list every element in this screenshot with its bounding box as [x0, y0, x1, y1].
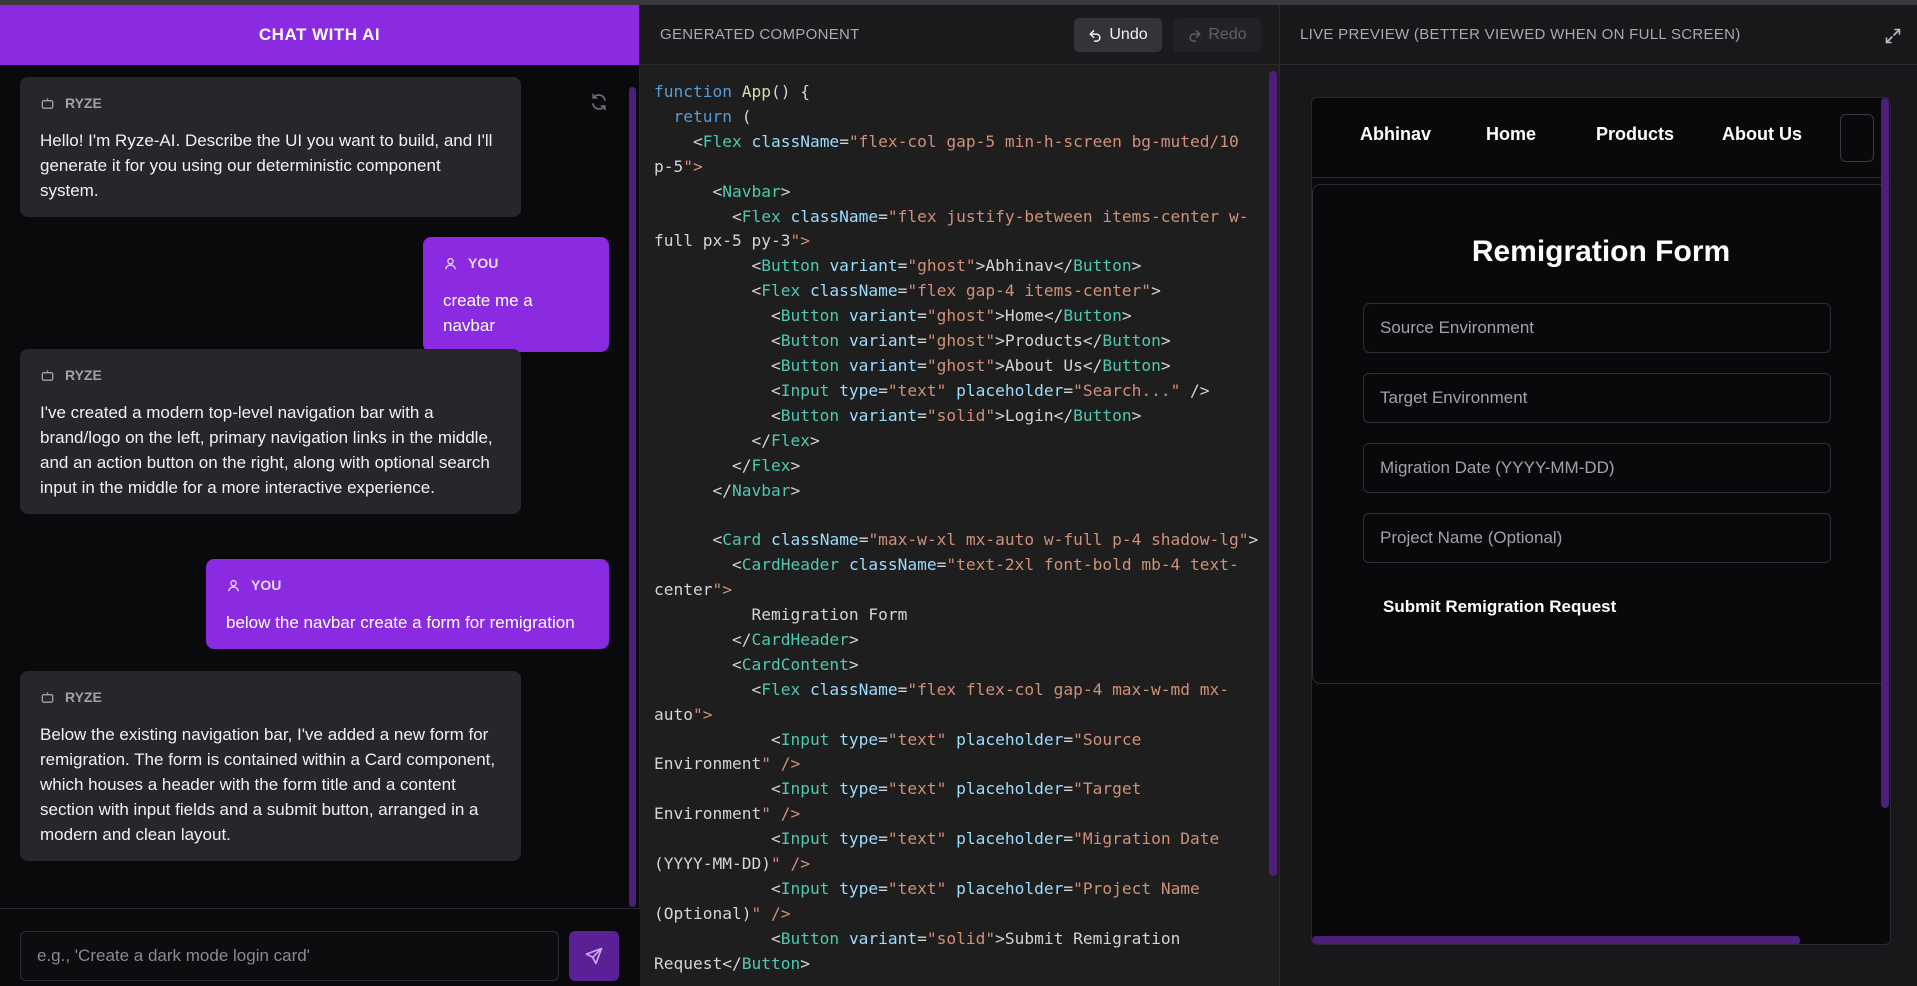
code-line: <Button variant="ghost">Home</Button> [654, 306, 1132, 326]
nav-brand-button[interactable]: Abhinav [1360, 124, 1431, 145]
code-line: <Navbar> [654, 181, 791, 201]
code-line: Remigration Form [654, 605, 908, 625]
code-line: <Button variant="solid">Submit Remigrati… [654, 928, 1181, 948]
code-panel: GENERATED COMPONENT Undo Redo function A… [640, 5, 1280, 986]
code-line: <Button variant="ghost">About Us</Button… [654, 355, 1171, 375]
send-icon [585, 947, 603, 965]
preview-vertical-scrollbar[interactable] [1881, 98, 1889, 808]
bot-icon [41, 370, 54, 381]
code-title: GENERATED COMPONENT [660, 26, 860, 43]
send-button[interactable] [569, 931, 619, 981]
preview-title: LIVE PREVIEW (BETTER VIEWED WHEN ON FULL… [1300, 26, 1741, 43]
message-user: YOU below the navbar create a form for r… [206, 559, 609, 649]
redo-label: Redo [1208, 26, 1247, 43]
project-name-input[interactable] [1363, 513, 1831, 563]
message-text: below the navbar create a form for remig… [226, 613, 575, 632]
message-author: RYZE [40, 685, 501, 710]
message-bot: RYZE Hello! I'm Ryze-AI. Describe the UI… [20, 77, 521, 217]
undo-icon [1089, 29, 1101, 42]
preview-horizontal-scrollbar[interactable] [1312, 936, 1800, 944]
code-line: auto"> [654, 704, 713, 724]
app-root: CHAT WITH AI RYZE Hello! I'm Ryze-AI. De… [0, 5, 1917, 986]
undo-label: Undo [1109, 26, 1148, 43]
preview-navbar: Abhinav Home Products About Us [1312, 98, 1890, 178]
code-line: p-5"> [654, 156, 703, 176]
undo-button[interactable]: Undo [1074, 18, 1162, 52]
code-line: <Card className="max-w-xl mx-auto w-full… [654, 530, 1259, 550]
target-environment-input[interactable] [1363, 373, 1831, 423]
refresh-icon[interactable] [589, 92, 609, 112]
remigration-form-card: Remigration Form Submit Remigration Requ… [1312, 184, 1888, 684]
code-line: <Input type="text" placeholder="Project … [654, 879, 1200, 898]
user-icon [444, 257, 457, 270]
code-lines: function App() { return ( <Flex classNam… [640, 66, 1268, 977]
code-line: (Optional)" /> [654, 903, 791, 923]
migration-date-input[interactable] [1363, 443, 1831, 493]
code-line: <Flex className="flex justify-between it… [654, 206, 1249, 226]
preview-frame[interactable]: Abhinav Home Products About Us Remigrati… [1311, 97, 1891, 945]
code-line: Environment" /> [654, 754, 801, 774]
code-line: <Input type="text" placeholder="Migratio… [654, 829, 1220, 849]
message-author: RYZE [40, 363, 501, 388]
code-line: (YYYY-MM-DD)" /> [654, 854, 810, 874]
code-scrollbar[interactable] [1269, 71, 1277, 876]
source-environment-input[interactable] [1363, 303, 1831, 353]
code-line: </Flex> [654, 455, 801, 475]
code-line: function App() { [654, 82, 810, 101]
message-text: I've created a modern top-level navigati… [40, 403, 493, 497]
user-icon [227, 579, 240, 592]
bot-icon [41, 98, 54, 109]
code-line: center"> [654, 580, 732, 600]
code-line: </Flex> [654, 430, 820, 450]
code-line: <Button variant="solid">Login</Button> [654, 405, 1142, 425]
preview-panel: LIVE PREVIEW (BETTER VIEWED WHEN ON FULL… [1280, 5, 1917, 986]
nav-home-button[interactable]: Home [1486, 124, 1536, 145]
message-text: Below the existing navigation bar, I've … [40, 725, 496, 844]
code-line: return ( [673, 106, 752, 126]
code-line: </CardHeader> [654, 629, 859, 649]
message-bot: RYZE I've created a modern top-level nav… [20, 349, 521, 514]
preview-header: LIVE PREVIEW (BETTER VIEWED WHEN ON FULL… [1280, 5, 1917, 65]
redo-button[interactable]: Redo [1173, 18, 1261, 52]
code-line: <Input type="text" placeholder="Source [654, 729, 1142, 749]
code-line: <Button variant="ghost">Abhinav</Button> [654, 256, 1142, 276]
code-line: </Navbar> [654, 480, 801, 500]
code-line: full px-5 py-3"> [654, 231, 810, 251]
chat-scrollbar[interactable] [629, 87, 636, 907]
code-editor[interactable]: function App() { return ( <Flex classNam… [640, 66, 1268, 986]
code-line: <Button variant="ghost">Products</Button… [654, 331, 1171, 351]
code-line: <Input type="text" placeholder="Search..… [654, 380, 1210, 400]
nav-search-input[interactable] [1840, 114, 1874, 162]
message-text: create me a navbar [443, 291, 533, 335]
code-line: <CardHeader className="text-2xl font-bol… [654, 555, 1239, 575]
code-line: Environment" /> [654, 804, 801, 824]
bot-icon [41, 692, 54, 703]
chat-panel: CHAT WITH AI RYZE Hello! I'm Ryze-AI. De… [0, 5, 640, 986]
redo-icon [1189, 29, 1202, 42]
code-line: <Flex className="flex-col gap-5 min-h-sc… [654, 131, 1239, 151]
code-line: <Input type="text" placeholder="Target [654, 779, 1142, 799]
code-line: Request</Button> [654, 953, 810, 973]
message-author: YOU [226, 573, 589, 598]
chat-composer [0, 908, 640, 986]
nav-about-button[interactable]: About Us [1722, 124, 1802, 145]
message-author: YOU [443, 251, 589, 276]
chat-header: CHAT WITH AI [0, 5, 639, 65]
expand-icon[interactable] [1884, 27, 1902, 45]
nav-products-button[interactable]: Products [1596, 124, 1674, 145]
message-bot: RYZE Below the existing navigation bar, … [20, 671, 521, 861]
submit-remigration-button[interactable]: Submit Remigration Request [1383, 597, 1616, 617]
code-line: <CardContent> [654, 654, 859, 674]
message-text: Hello! I'm Ryze-AI. Describe the UI you … [40, 131, 493, 200]
message-author: RYZE [40, 91, 501, 116]
chat-input[interactable] [20, 931, 559, 981]
form-title: Remigration Form [1471, 235, 1731, 268]
message-user: YOU create me a navbar [423, 237, 609, 352]
chat-messages[interactable]: RYZE Hello! I'm Ryze-AI. Describe the UI… [0, 65, 640, 908]
code-line: <Flex className="flex gap-4 items-center… [654, 281, 1161, 301]
code-line: <Flex className="flex flex-col gap-4 max… [654, 679, 1230, 699]
